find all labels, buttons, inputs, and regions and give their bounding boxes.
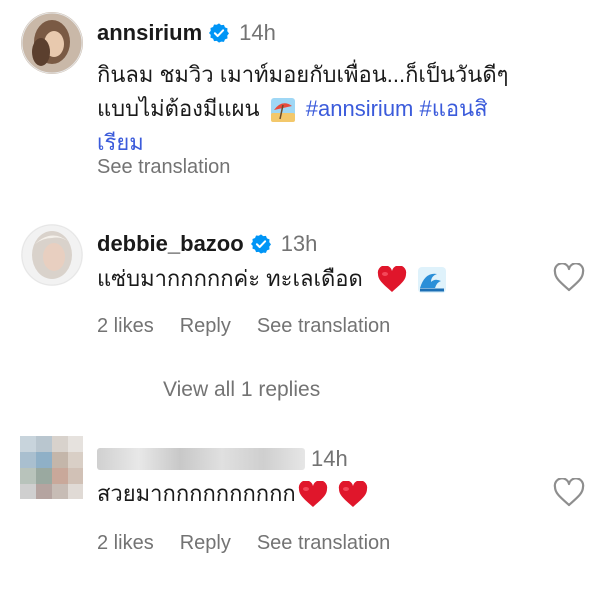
comment-1-time: 13h <box>280 231 318 256</box>
post-header: annsirium 14h <box>97 20 276 46</box>
comment-2-text: สวยมากกกกกกกกกก <box>97 481 296 506</box>
wave-emoji <box>417 266 447 294</box>
comment-1-like-heart-icon[interactable] <box>553 263 585 293</box>
comment-2-header: 14h <box>97 446 348 472</box>
caption-line-2: แบบไม่ต้องมีแผน #annsirium #แอนสิ <box>97 92 592 126</box>
verified-badge-icon <box>208 22 230 44</box>
hashtag-annsirium[interactable]: #annsirium <box>306 96 414 121</box>
comment-1-actions: 2 likes Reply See translation <box>97 315 390 338</box>
comment-1-likes[interactable]: 2 likes <box>97 315 154 338</box>
comment-1-see-translation[interactable]: See translation <box>257 315 390 338</box>
comment-2-username-blurred[interactable] <box>97 448 305 470</box>
comment-1-reply-button[interactable]: Reply <box>180 315 231 338</box>
comment-1-username[interactable]: debbie_bazoo <box>97 231 244 257</box>
post-see-translation-row: See translation <box>97 156 230 179</box>
red-heart-emoji <box>298 481 328 509</box>
comment-2-reply-button[interactable]: Reply <box>180 532 231 555</box>
post-avatar[interactable] <box>21 12 83 74</box>
hashtag-thai-part2[interactable]: เรียม <box>97 126 592 160</box>
comment-1-text: แซ่บมากกกกกค่ะ ทะเลเดือด <box>97 266 363 291</box>
comment-2-see-translation[interactable]: See translation <box>257 532 390 555</box>
caption-line-1: กินลม ชมวิว เมาท์มอยกับเพื่อน...ก็เป็นวั… <box>97 62 509 87</box>
comment-2-time: 14h <box>311 446 348 471</box>
verified-badge-icon <box>250 233 272 255</box>
post-username[interactable]: annsirium <box>97 20 202 46</box>
comment-2-likes[interactable]: 2 likes <box>97 532 154 555</box>
comment-1-text-row: แซ่บมากกกกกค่ะ ทะเลเดือด <box>97 262 447 296</box>
red-heart-emoji <box>338 481 368 509</box>
beach-umbrella-emoji <box>270 97 296 123</box>
comment-2-text-row: สวยมากกกกกกกกกก <box>97 477 368 511</box>
post-caption: กินลม ชมวิว เมาท์มอยกับเพื่อน...ก็เป็นวั… <box>97 58 592 160</box>
comment-1-header: debbie_bazoo 13h <box>97 231 317 257</box>
comment-2-actions: 2 likes Reply See translation <box>97 532 390 555</box>
red-heart-emoji <box>377 266 407 294</box>
post-time: 14h <box>239 20 276 45</box>
comment-avatar-blurred[interactable] <box>20 436 83 499</box>
view-replies-button[interactable]: View all 1 replies <box>163 378 320 402</box>
comment-avatar-debbie[interactable] <box>21 224 83 286</box>
comment-2-like-heart-icon[interactable] <box>553 478 585 508</box>
caption-text: แบบไม่ต้องมีแผน <box>97 96 260 121</box>
view-replies-label: View all 1 replies <box>163 378 321 401</box>
post-see-translation[interactable]: See translation <box>97 156 230 179</box>
hashtag-thai-part1[interactable]: #แอนสิ <box>420 96 488 121</box>
